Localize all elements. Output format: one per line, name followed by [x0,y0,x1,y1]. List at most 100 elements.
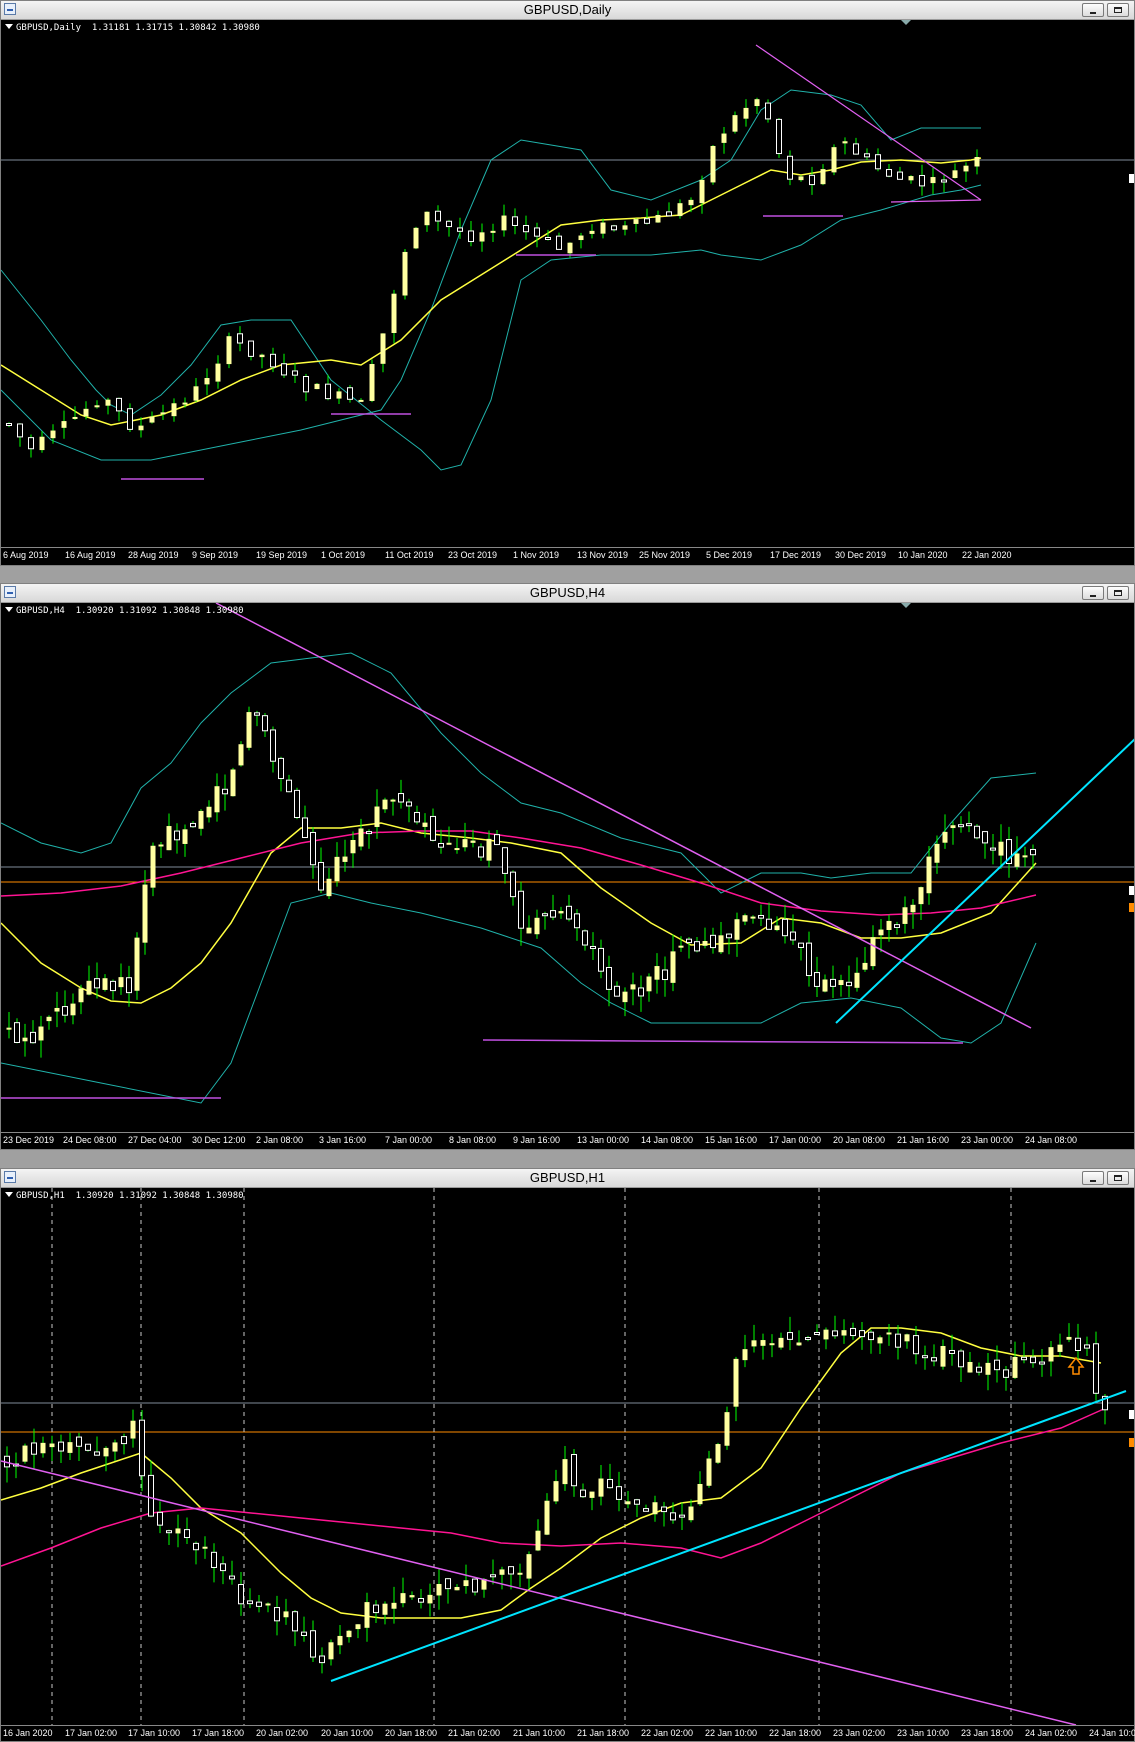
candle-bear [606,966,612,990]
candle-bear [30,1031,36,1044]
candle-bear [222,788,228,795]
candle-bear [518,890,524,929]
candle-bull [769,1343,775,1346]
time-axis-label: 5 Dec 2019 [706,550,753,560]
candle-bear [913,1335,919,1355]
candle-bear [919,174,925,187]
candle-bull [625,1501,631,1505]
time-axis-label: 9 Jan 16:00 [513,1135,561,1145]
candle-bear [446,220,452,228]
candle-bull [206,806,212,818]
window-titlebar-h4[interactable]: GBPUSD,H4 [1,584,1134,603]
candle-bull [699,179,705,204]
candle-bull [774,925,780,931]
candle-bear [798,942,804,948]
candle-bear [931,1357,937,1362]
candle-bull [259,354,265,358]
candle-bull [501,215,507,231]
candle-bull [798,176,804,181]
collapse-triangle-icon[interactable] [5,24,13,29]
candle-bear [270,353,276,368]
maximize-icon[interactable] [1107,3,1129,17]
candle-bull [646,976,652,992]
candle-bull [677,203,683,217]
candle-bear [184,1529,190,1539]
candle-bull [622,225,628,230]
time-axis-label: 13 Jan 00:00 [577,1135,630,1145]
candle-bull [328,1642,334,1660]
candle-bear [958,1350,964,1368]
time-axis-label: 21 Jan 10:00 [513,1728,566,1738]
candle-bull [998,841,1004,856]
candle-bear [787,155,793,180]
collapse-triangle-icon[interactable] [5,607,13,612]
candle-bull [974,157,980,167]
candle-bear [766,918,772,930]
minimize-icon[interactable] [1082,586,1104,600]
symbol-info-h1: GBPUSD,H1 1.30920 1.31092 1.30848 1.3098… [5,1191,244,1201]
candle-bull [688,199,694,206]
candle-bull [337,1635,343,1646]
candle-bear [457,227,463,232]
candle-bull [877,1337,883,1344]
candle-bear [666,211,672,217]
window-titlebar-daily[interactable]: GBPUSD,Daily [1,1,1134,20]
candle-bear [294,789,300,819]
candle-bull [718,935,724,953]
candle-bull [39,436,45,451]
candle-bull [22,1037,28,1042]
candle-bull [854,972,860,988]
candle-bear [292,370,298,376]
moving-average-line [1,1327,1102,1619]
candle-bear [922,1355,928,1359]
chart-window-h1[interactable]: GBPUSD,H1 GBPUSD,H1 1.30920 1.31092 1.30… [0,1168,1135,1742]
candle-bear [94,1451,100,1456]
candle-bull [553,1481,559,1502]
candle-bull [878,929,884,936]
candle-bull [142,884,148,943]
candle-bull [149,416,155,423]
maximize-icon[interactable] [1107,1171,1129,1185]
candle-bear [31,1442,37,1455]
time-axis-label: 25 Nov 2019 [639,550,691,560]
candle-bull [754,99,760,107]
time-axis-label: 6 Aug 2019 [3,550,49,560]
candle-bear [614,985,620,997]
candle-bear [809,174,815,186]
candle-bull [265,1603,271,1606]
candle-bear [571,1454,577,1487]
collapse-triangle-icon[interactable] [5,1192,13,1197]
minimize-icon[interactable] [1082,1171,1104,1185]
candle-bull [61,421,67,428]
candle-bear [435,210,441,222]
candle-bull [886,920,892,930]
chart-plot-h4[interactable]: GBPUSD,H4 1.30920 1.31092 1.30848 1.3098… [1,603,1134,1132]
candle-bull [930,177,936,184]
candle-bull [238,744,244,766]
candle-bear [127,408,133,430]
candle-bull [246,712,252,748]
candle-bear [574,913,580,929]
candle-bear [220,1563,226,1572]
window-titlebar-h1[interactable]: GBPUSD,H1 [1,1169,1134,1188]
trendline-descending [1,1460,1077,1725]
candle-bull [118,977,124,988]
candle-bear [611,225,617,231]
time-axis-label: 1 Nov 2019 [513,550,560,560]
chart-plot-daily[interactable]: GBPUSD,Daily 1.31181 1.31715 1.30842 1.3… [1,20,1134,548]
time-axis-label: 30 Dec 12:00 [192,1135,246,1145]
minimize-icon[interactable] [1082,3,1104,17]
chart-plot-h1[interactable]: GBPUSD,H1 1.30920 1.31092 1.30848 1.3098… [1,1188,1134,1725]
chart-window-h4[interactable]: GBPUSD,H4 GBPUSD,H4 1.30920 1.31092 1.30… [0,583,1135,1150]
candle-bull [182,829,188,844]
candle-bear [580,1489,586,1498]
maximize-icon[interactable] [1107,586,1129,600]
candle-bull [334,856,340,882]
candle-bull [870,937,876,967]
candle-bear [445,1578,451,1590]
chart-window-daily[interactable]: GBPUSD,Daily GBPUSD,Daily 1.31181 1.3171… [0,0,1135,566]
candle-bull [50,430,56,439]
time-axis-label: 23 Jan 00:00 [961,1135,1014,1145]
candle-bear [694,941,700,952]
candle-bull [535,1530,541,1551]
